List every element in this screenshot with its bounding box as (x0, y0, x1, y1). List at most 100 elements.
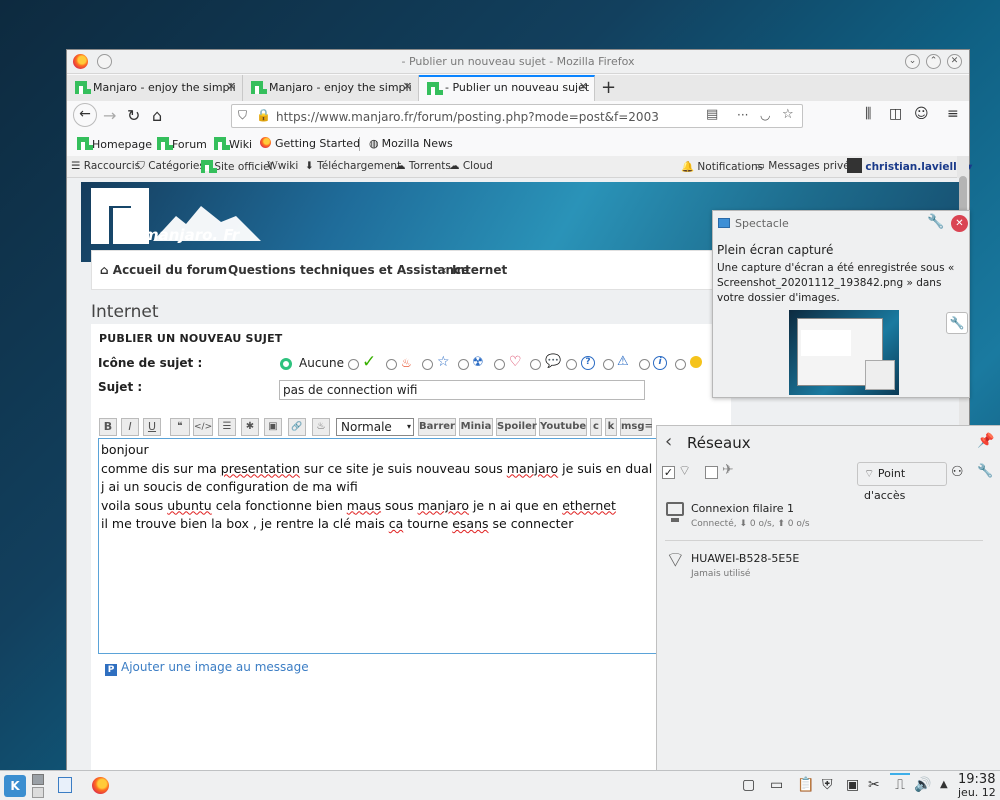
clipboard-icon[interactable]: 📋 (797, 777, 814, 793)
lock-icon[interactable]: 🔒 (256, 108, 271, 122)
bookmark-getting-started[interactable]: Getting Started (260, 137, 360, 150)
hotspot-button[interactable]: ⌔ Point d'accès (857, 462, 947, 502)
tab-publier[interactable]: - Publier un nouveau sujet ✕ (419, 75, 595, 101)
icon-radio-star[interactable] (422, 359, 433, 370)
volume-icon[interactable]: 🔊 (914, 777, 931, 793)
reader-view-icon[interactable]: ▤ (706, 107, 718, 122)
site-cloud[interactable]: ☁ Cloud (449, 160, 493, 172)
icon-radio-question[interactable] (566, 359, 577, 370)
close-tab-icon[interactable]: ✕ (579, 80, 588, 93)
list-button[interactable]: ☰ (218, 418, 236, 436)
site-telechargement[interactable]: ⬇ Téléchargement (305, 160, 401, 172)
breadcrumb-home[interactable]: ⌂ Accueil du forum (100, 263, 227, 277)
close-notification-button[interactable]: ✕ (951, 215, 968, 232)
home-icon[interactable]: ⌂ (152, 106, 162, 125)
site-categories[interactable]: ⛉ Catégories (137, 160, 205, 173)
screenshot-thumbnail[interactable] (789, 310, 899, 395)
shield-icon[interactable]: ⛉ (238, 108, 247, 123)
connection-item[interactable]: Connexion filaire 1 Connecté, ⬇ 0 o/s, ⬆… (657, 496, 987, 540)
site-messages[interactable]: ▭ Messages privés (755, 160, 855, 172)
updates-shield-icon[interactable]: ⛨ (822, 777, 833, 793)
airplane-checkbox[interactable] (705, 466, 718, 479)
icon-radio-warning[interactable] (603, 359, 614, 370)
c-button[interactable]: c (590, 418, 602, 436)
close-button[interactable]: ✕ (947, 54, 962, 69)
bookmark-mozilla-news[interactable]: ◍ Mozilla News (369, 137, 453, 150)
kde-menu-icon[interactable]: K (4, 775, 26, 797)
pager-desktop-1[interactable] (32, 774, 44, 785)
library-icon[interactable]: ⫼ (865, 106, 871, 122)
clock-date[interactable]: jeu. 12 (958, 786, 996, 799)
code-button[interactable]: </> (193, 418, 213, 436)
bookmark-star-icon[interactable]: ☆ (782, 107, 794, 122)
icon-radio-fire[interactable] (386, 359, 397, 370)
msg-button[interactable]: msg= (620, 418, 653, 436)
barrer-button[interactable]: Barrer (418, 418, 456, 436)
new-tab-icon[interactable]: + (601, 77, 616, 98)
site-officiel[interactable]: Site officiel (201, 160, 272, 173)
k-button[interactable]: k (605, 418, 617, 436)
minimize-button[interactable]: ⌄ (905, 54, 920, 69)
pocket-icon[interactable]: ◡ (760, 108, 770, 122)
url-bar[interactable]: ⛉ 🔒 https://www.manjaro.fr/forum/posting… (231, 104, 803, 128)
icon-radio-heart[interactable] (494, 359, 505, 370)
connection-item[interactable]: ⌔ HUAWEI-B528-5E5E Jamais utilisé (657, 544, 987, 584)
bookmark-forum[interactable]: Forum (157, 137, 207, 151)
clock-time[interactable]: 19:38 (958, 772, 995, 787)
spectacle-tray-icon[interactable]: ✂ (868, 777, 880, 793)
site-wiki[interactable]: Wwiki (267, 160, 298, 172)
page-actions-icon[interactable]: ··· (737, 108, 748, 122)
wifi-checkbox[interactable]: ✓ (662, 466, 675, 479)
tab-manjaro-2[interactable]: Manjaro - enjoy the simpli ✕ (243, 75, 419, 101)
configure-network-icon[interactable]: 🔧 (977, 464, 993, 479)
back-icon[interactable]: ← (73, 103, 97, 127)
account-icon[interactable]: ☺ (914, 106, 929, 122)
icon-radio-radiation[interactable] (458, 359, 469, 370)
configure-icon[interactable]: 🔧 (927, 214, 944, 230)
show-desktop-icon[interactable]: ▢ (742, 777, 755, 793)
list-item-button[interactable]: ✱ (241, 418, 259, 436)
kdeconnect-icon[interactable]: ▭ (770, 777, 783, 793)
link-button[interactable]: 🔗 (288, 418, 306, 436)
close-tab-icon[interactable]: ✕ (403, 80, 412, 93)
tab-manjaro-1[interactable]: Manjaro - enjoy the simpli ✕ (67, 75, 243, 101)
expand-tray-icon[interactable]: ▲ (940, 779, 948, 790)
site-notifications[interactable]: 🔔 Notifications (681, 160, 763, 173)
breadcrumb-section[interactable]: Questions techniques et Assistance (228, 263, 469, 277)
pin-icon[interactable]: 📌 (977, 433, 994, 449)
icon-radio-info[interactable] (639, 359, 650, 370)
binoculars-icon[interactable]: ⚇ (951, 464, 964, 480)
site-torrents[interactable]: ☁ Torrents (395, 160, 451, 172)
breadcrumb-current[interactable]: Internet (452, 263, 507, 277)
forward-icon[interactable]: → (103, 106, 116, 125)
subject-input[interactable]: pas de connection wifi (279, 380, 645, 400)
taskbar-app-icon[interactable] (58, 777, 72, 793)
bookmark-wiki[interactable]: Wiki (214, 137, 252, 151)
back-chevron-icon[interactable]: ‹ (665, 431, 672, 452)
firefox-icon[interactable] (92, 777, 109, 794)
network-tray-icon[interactable]: ⎍ (890, 773, 910, 793)
youtube-button[interactable]: Youtube (539, 418, 587, 436)
reload-icon[interactable]: ↻ (127, 106, 140, 125)
spoiler-button[interactable]: Spoiler (496, 418, 537, 436)
underline-button[interactable]: U (143, 418, 161, 436)
minia-button[interactable]: Minia (459, 418, 493, 436)
icon-radio-check[interactable] (348, 359, 359, 370)
close-tab-icon[interactable]: ✕ (227, 80, 236, 93)
quote-button[interactable]: ❝ (170, 418, 190, 436)
icon-radio-none[interactable] (280, 358, 292, 370)
hamburger-menu-icon[interactable]: ≡ (947, 106, 959, 122)
display-icon[interactable]: ▣ (846, 777, 859, 793)
message-editor[interactable]: bonjour comme dis sur ma presentation su… (98, 438, 658, 654)
italic-button[interactable]: I (121, 418, 139, 436)
font-size-select[interactable]: Normale ▾ (336, 418, 414, 436)
pager-desktop-2[interactable] (32, 787, 44, 798)
image-button[interactable]: ▣ (264, 418, 282, 436)
screenshot-tools-icon[interactable]: 🔧 (946, 312, 968, 334)
user-menu[interactable]: christian.lavielle ▾ (847, 158, 972, 173)
maximize-button[interactable]: ⌃ (926, 54, 941, 69)
color-button[interactable]: ♨ (312, 418, 330, 436)
site-raccourcis[interactable]: ☰ Raccourcis (71, 160, 140, 172)
icon-radio-speech[interactable] (530, 359, 541, 370)
bookmark-homepage[interactable]: Homepage (77, 137, 152, 151)
